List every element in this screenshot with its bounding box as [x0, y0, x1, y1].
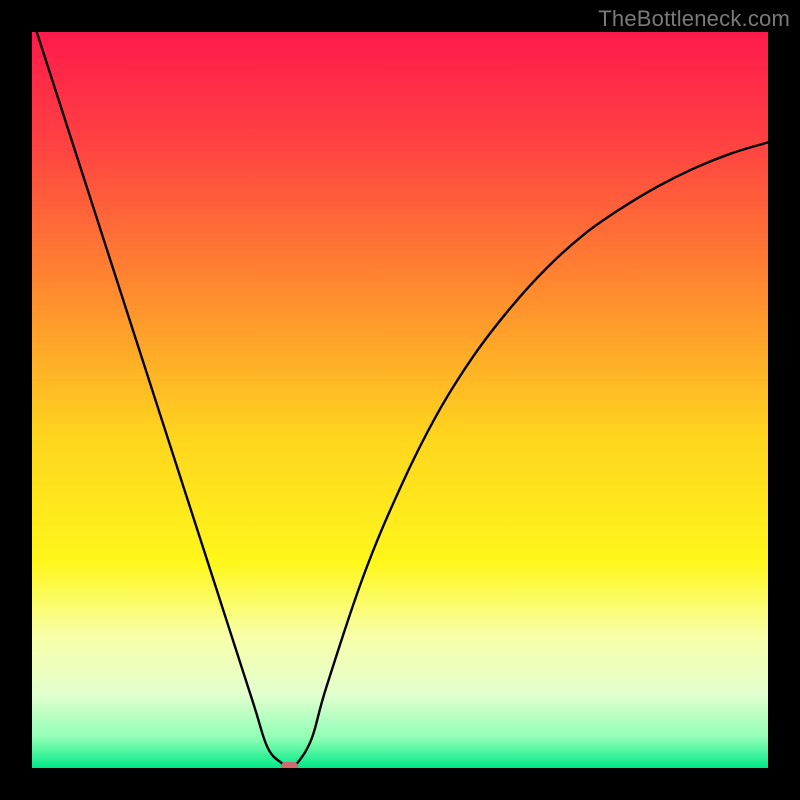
watermark-text: TheBottleneck.com	[598, 6, 790, 32]
bottleneck-chart	[32, 32, 768, 768]
optimal-point-marker	[281, 762, 299, 768]
chart-frame	[32, 32, 768, 768]
gradient-background	[32, 32, 768, 768]
